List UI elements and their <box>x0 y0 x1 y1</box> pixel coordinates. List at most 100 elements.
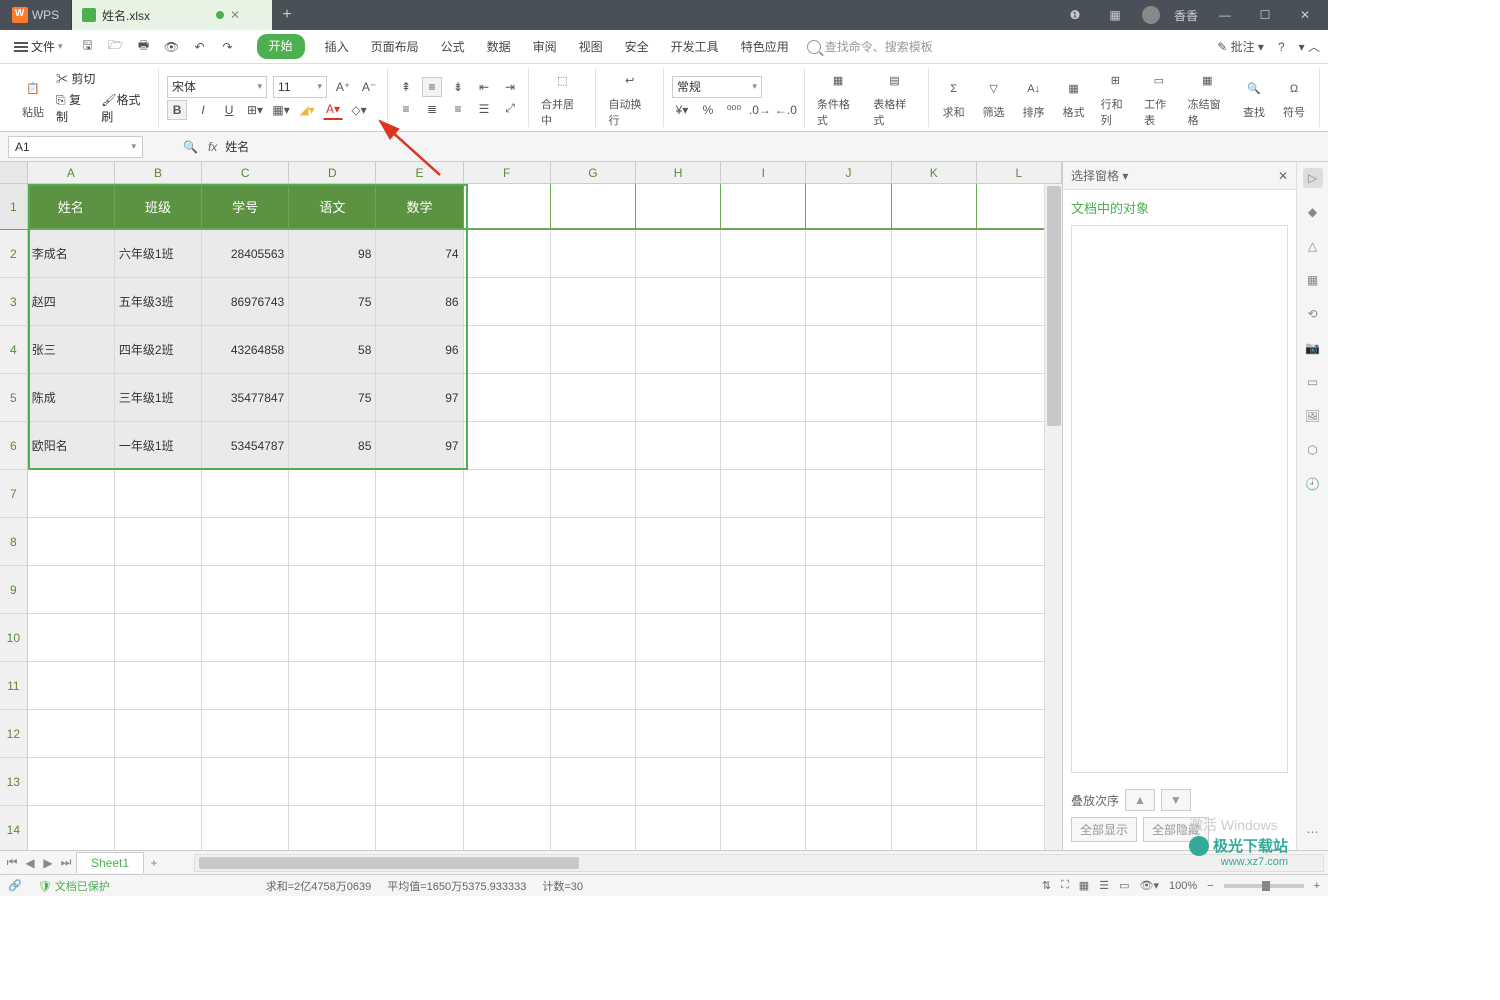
cell[interactable] <box>806 806 891 850</box>
cell[interactable]: 三年级1班 <box>115 374 202 421</box>
cell[interactable] <box>721 566 806 613</box>
cell[interactable] <box>892 758 977 805</box>
cell[interactable] <box>806 614 891 661</box>
rail-table-icon[interactable]: ▦ <box>1303 270 1323 290</box>
bring-forward-button[interactable]: ▲ <box>1125 789 1155 811</box>
column-header[interactable]: I <box>721 162 806 183</box>
ribbon-tab-特色应用[interactable]: 特色应用 <box>739 34 791 59</box>
zoom-slider[interactable] <box>1224 884 1304 888</box>
maximize-button[interactable]: ☐ <box>1252 2 1278 28</box>
cell[interactable]: 姓名 <box>28 184 115 229</box>
bold-button[interactable]: B <box>167 100 187 120</box>
ribbon-tab-开始[interactable]: 开始 <box>257 34 305 59</box>
view-normal-icon[interactable]: ▦ <box>1079 879 1089 892</box>
cell[interactable] <box>806 518 891 565</box>
zoom-in-button[interactable]: + <box>1314 880 1320 892</box>
border-button[interactable]: ⊞▾ <box>245 100 265 120</box>
cell[interactable]: 四年级2班 <box>115 326 202 373</box>
cell[interactable] <box>721 710 806 757</box>
cell[interactable]: 75 <box>289 278 376 325</box>
cell[interactable] <box>551 326 636 373</box>
table-style-button[interactable]: ▤表格样式 <box>869 66 919 130</box>
rail-clipboard-icon[interactable]: ▭ <box>1303 372 1323 392</box>
cell[interactable] <box>806 230 891 277</box>
cell[interactable] <box>806 758 891 805</box>
cell[interactable] <box>28 710 115 757</box>
cell[interactable] <box>551 662 636 709</box>
cell[interactable] <box>289 566 376 613</box>
align-bottom-icon[interactable]: ⇟ <box>448 77 468 97</box>
cell[interactable] <box>636 614 721 661</box>
send-backward-button[interactable]: ▼ <box>1161 789 1191 811</box>
cell[interactable] <box>202 806 289 850</box>
collapse-ribbon-button[interactable]: ▾ ︿ <box>1299 38 1320 55</box>
cell[interactable]: 数学 <box>376 184 463 229</box>
cell[interactable] <box>721 326 806 373</box>
cell[interactable] <box>636 662 721 709</box>
cell[interactable]: 一年级1班 <box>115 422 202 469</box>
cell[interactable] <box>115 758 202 805</box>
format-button[interactable]: ▦格式 <box>1057 74 1091 122</box>
sort-button[interactable]: A↓排序 <box>1017 74 1051 122</box>
cell[interactable]: 53454787 <box>202 422 289 469</box>
cell[interactable] <box>892 422 977 469</box>
paste-button[interactable]: 📋粘贴 <box>16 74 50 122</box>
cell[interactable] <box>376 662 463 709</box>
cell[interactable] <box>721 758 806 805</box>
italic-button[interactable]: I <box>193 100 213 120</box>
rail-backup-icon[interactable]: ⟲ <box>1303 304 1323 324</box>
cell[interactable]: 28405563 <box>202 230 289 277</box>
cell[interactable] <box>721 662 806 709</box>
fx-icon[interactable]: fx <box>208 140 217 154</box>
rail-shield-icon[interactable]: ⬡ <box>1303 440 1323 460</box>
fill-color-button[interactable]: ◢▾ <box>297 100 317 120</box>
cell[interactable] <box>289 614 376 661</box>
cell[interactable] <box>551 374 636 421</box>
cell[interactable] <box>806 662 891 709</box>
cell[interactable] <box>892 566 977 613</box>
cell[interactable] <box>464 806 551 850</box>
cell[interactable] <box>551 278 636 325</box>
cell[interactable] <box>806 326 891 373</box>
freeze-button[interactable]: ▦冻结窗格 <box>1184 66 1231 130</box>
worksheet-button[interactable]: ▭工作表 <box>1140 66 1178 130</box>
cell[interactable]: 六年级1班 <box>115 230 202 277</box>
row-header[interactable]: 2 <box>0 230 28 277</box>
column-header[interactable]: C <box>202 162 289 183</box>
cell[interactable] <box>376 470 463 517</box>
cell[interactable]: 85 <box>289 422 376 469</box>
copy-button[interactable]: ⎘ 复制 <box>56 91 91 125</box>
ribbon-tab-数据[interactable]: 数据 <box>485 34 513 59</box>
cell[interactable] <box>464 184 551 229</box>
cell[interactable] <box>464 662 551 709</box>
cell[interactable] <box>551 230 636 277</box>
cell[interactable] <box>636 422 721 469</box>
column-header[interactable]: L <box>977 162 1062 183</box>
cell[interactable] <box>202 518 289 565</box>
cell[interactable] <box>202 710 289 757</box>
sheet-nav-prev[interactable]: ◀ <box>22 855 38 871</box>
cell[interactable] <box>636 374 721 421</box>
cell[interactable] <box>115 518 202 565</box>
spreadsheet[interactable]: ABCDEFGHIJKL 1姓名班级学号语文数学2李成名六年级1班2840556… <box>0 162 1062 850</box>
show-all-button[interactable]: 全部显示 <box>1071 817 1137 842</box>
row-header[interactable]: 11 <box>0 662 28 709</box>
cell[interactable] <box>376 758 463 805</box>
cell[interactable] <box>892 278 977 325</box>
cell[interactable] <box>551 518 636 565</box>
row-header[interactable]: 12 <box>0 710 28 757</box>
vertical-scrollbar[interactable] <box>1044 184 1062 850</box>
ribbon-tab-插入[interactable]: 插入 <box>323 34 351 59</box>
sheet-nav-last[interactable]: ⏭ <box>58 855 74 871</box>
cell[interactable] <box>376 518 463 565</box>
merge-center-button[interactable]: ⬚合并居中 <box>537 66 587 130</box>
cell[interactable] <box>892 614 977 661</box>
print-icon[interactable]: 🖶 <box>135 38 153 56</box>
cell[interactable] <box>806 184 891 229</box>
cell[interactable]: 欧阳名 <box>28 422 115 469</box>
font-color-button[interactable]: A▾ <box>323 100 343 120</box>
view-page-icon[interactable]: ☰ <box>1099 879 1109 892</box>
cell[interactable] <box>806 566 891 613</box>
cell[interactable]: 86976743 <box>202 278 289 325</box>
cell[interactable] <box>28 614 115 661</box>
